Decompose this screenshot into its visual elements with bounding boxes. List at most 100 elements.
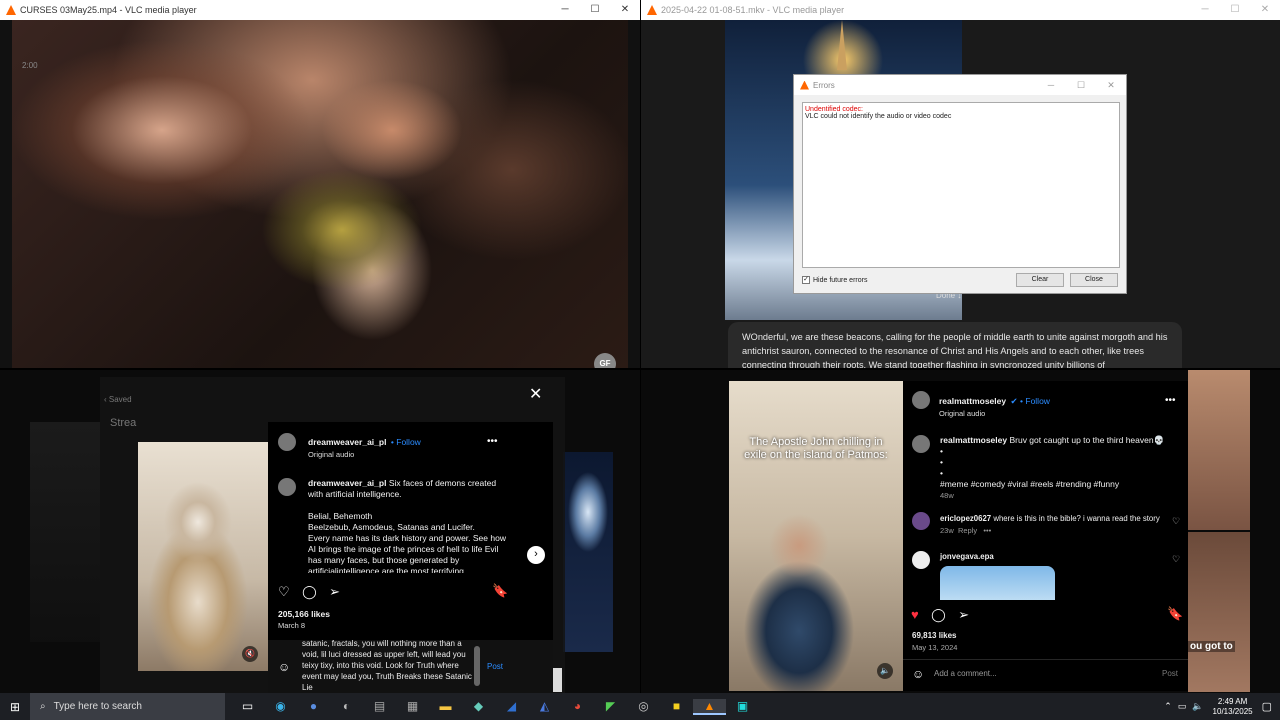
hashtags[interactable]: #meme #comedy #viral #reels #trending #f… (940, 479, 1180, 490)
share-icon[interactable]: ➢ (958, 607, 969, 623)
close-dialog-button[interactable]: Close (1070, 273, 1118, 287)
maximize-button[interactable]: ☐ (1220, 0, 1250, 20)
maximize-button[interactable]: ☐ (580, 0, 610, 20)
comment-username[interactable]: jonvegava.epa (940, 552, 994, 561)
app-icon[interactable]: ■ (660, 699, 693, 715)
more-icon[interactable]: ••• (1165, 395, 1176, 406)
app-icon[interactable]: ◤ (594, 699, 627, 715)
video-player-left[interactable]: 2:00 GF (0, 20, 640, 368)
comment-input[interactable]: satanic, fractals, you will nothing more… (302, 638, 477, 692)
close-icon[interactable]: ✕ (529, 384, 542, 404)
avatar[interactable] (278, 478, 296, 496)
reply-button[interactable]: Reply (958, 526, 977, 535)
heart-icon[interactable]: ♡ (1172, 516, 1180, 527)
post-button[interactable]: Post (487, 662, 503, 671)
bookmark-icon[interactable]: 🔖 (1167, 606, 1183, 622)
avatar[interactable] (912, 391, 930, 409)
minimize-button[interactable]: ─ (550, 0, 580, 20)
task-view-icon[interactable]: ▭ (231, 699, 264, 715)
comment-icon[interactable]: ◯ (931, 607, 946, 623)
app-icon[interactable]: ◎ (627, 699, 660, 715)
background-image (1188, 370, 1250, 530)
app-icon[interactable]: ▣ (726, 699, 759, 715)
background-image (30, 422, 100, 642)
emoji-icon[interactable]: ☺ (912, 667, 924, 681)
app-icon[interactable]: ◆ (462, 699, 495, 715)
hide-errors-checkbox[interactable]: ✓ Hide future errors (802, 276, 867, 284)
avatar[interactable] (912, 512, 930, 530)
caption-dot: • (940, 468, 943, 478)
likes-count[interactable]: 205,166 likes (278, 609, 330, 619)
more-icon[interactable]: ••• (487, 436, 498, 447)
search-placeholder: Type here to search (53, 701, 142, 712)
mute-icon[interactable]: 🔇 (242, 646, 258, 662)
comment-more-icon[interactable]: ••• (983, 526, 991, 535)
likes-count[interactable]: 69,813 likes (912, 631, 956, 640)
username[interactable]: realmattmoseley (939, 396, 1006, 406)
errors-dialog: Errors ─ ☐ ✕ Undentified codec: VLC coul… (793, 74, 1127, 294)
heart-icon[interactable]: ♡ (278, 584, 290, 600)
next-button[interactable]: › (527, 546, 545, 564)
edge-icon[interactable]: ◉ (264, 699, 297, 715)
caption-username[interactable]: realmattmoseley (940, 435, 1007, 445)
notification-icon[interactable]: ▢ (1262, 700, 1272, 713)
comment-icon[interactable]: ◯ (302, 584, 317, 600)
folder-icon[interactable]: ▬ (429, 699, 462, 715)
app-icon[interactable]: ◭ (528, 699, 561, 715)
heart-icon[interactable]: ♡ (1172, 554, 1180, 565)
post-button[interactable]: Post (1162, 669, 1178, 678)
network-icon[interactable]: ▭ (1178, 701, 1187, 712)
chrome-icon[interactable]: ◕ (561, 699, 594, 715)
caption-age: 48w (940, 491, 954, 500)
post-header: realmattmoseley ✔ • Follow Original audi… (939, 396, 1050, 418)
post-image[interactable]: 🔇 (138, 442, 268, 671)
comment-username[interactable]: ericlopez0627 (940, 514, 991, 523)
share-icon[interactable]: ➢ (329, 584, 340, 600)
search-icon: ⌕ (40, 701, 46, 712)
window-title: CURSES 03May25.mp4 - VLC media player (20, 5, 197, 15)
action-row: ♥ ◯ ➢ (911, 606, 977, 624)
caption-username[interactable]: dreamweaver_ai_pl (308, 478, 386, 488)
search-box[interactable]: ⌕ Type here to search (30, 693, 225, 720)
emoji-icon[interactable]: ☺ (278, 660, 290, 674)
vlc-icon[interactable]: ▲ (693, 698, 726, 715)
avatar[interactable] (278, 433, 296, 451)
bookmark-icon[interactable]: 🔖 (492, 583, 508, 599)
taskbar: ⊞ ⌕ Type here to search ▭ ◉ ● ◐ ▤ ▦ ▬ ◆ … (0, 693, 1280, 720)
username[interactable]: dreamweaver_ai_pl (308, 437, 386, 447)
comment-input[interactable]: Add a comment... (934, 669, 997, 678)
audio-label[interactable]: Original audio (308, 450, 421, 459)
heart-filled-icon[interactable]: ♥ (911, 607, 919, 622)
stream-label: Strea (110, 417, 137, 429)
close-button[interactable]: ✕ (1096, 75, 1126, 95)
app-icon[interactable]: ◢ (495, 699, 528, 715)
minimize-button[interactable]: ─ (1190, 0, 1220, 20)
saved-text: Saved (108, 395, 132, 404)
close-button[interactable]: ✕ (610, 0, 640, 20)
app-icon[interactable]: ● (297, 699, 330, 715)
side-text: ou got to (1188, 641, 1235, 652)
app-icon[interactable]: ◐ (330, 699, 363, 715)
saved-label[interactable]: ‹ Saved (104, 395, 132, 404)
video-frame (12, 20, 628, 368)
windows-start-icon[interactable]: ⊞ (0, 700, 30, 714)
follow-button[interactable]: Follow (1025, 396, 1050, 406)
reel-video[interactable]: The Apostle John chilling in exile on th… (729, 381, 903, 691)
volume-icon[interactable]: 🔈 (1192, 701, 1203, 712)
maximize-button[interactable]: ☐ (1066, 75, 1096, 95)
minimize-button[interactable]: ─ (1036, 75, 1066, 95)
app-icon[interactable]: ▤ (363, 699, 396, 715)
avatar[interactable] (912, 435, 930, 453)
vlc-right-titlebar: 2025-04-22 01-08-51.mkv - VLC media play… (641, 0, 1280, 20)
app-icon[interactable]: ▦ (396, 699, 429, 715)
comment-image[interactable] (940, 566, 1055, 600)
checkbox-check-icon[interactable]: ✓ (802, 276, 810, 284)
clock[interactable]: 2:49 AM 10/13/2025 (1213, 697, 1253, 717)
follow-button[interactable]: Follow (396, 437, 421, 447)
audio-label[interactable]: Original audio (939, 409, 1050, 418)
sound-icon[interactable]: 🔈 (877, 663, 893, 679)
clear-button[interactable]: Clear (1016, 273, 1064, 287)
close-button[interactable]: ✕ (1250, 0, 1280, 20)
chevron-up-icon[interactable]: ⌃ (1164, 701, 1172, 712)
avatar[interactable] (912, 551, 930, 569)
